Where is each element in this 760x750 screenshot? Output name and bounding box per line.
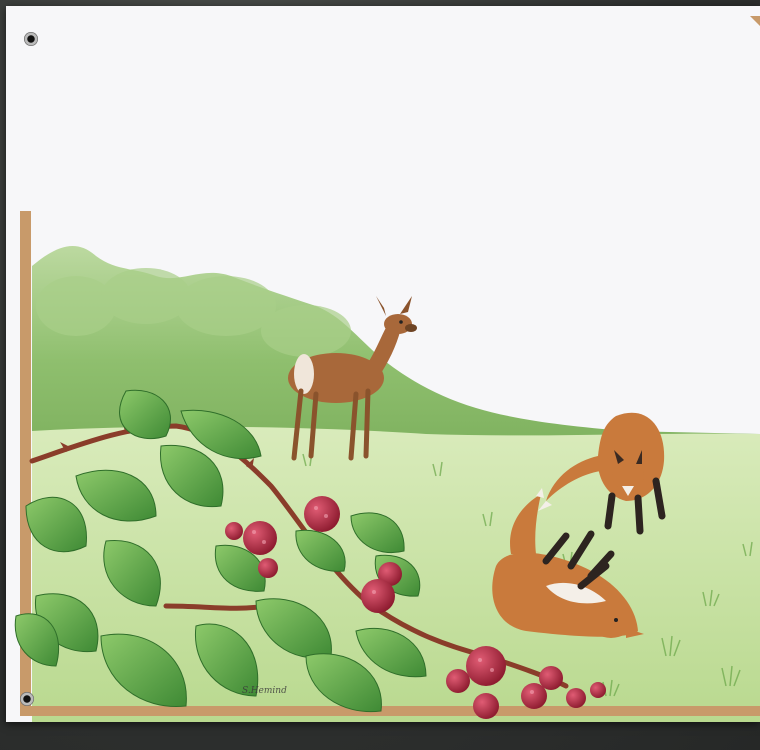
grommet-icon xyxy=(20,692,34,706)
watercolor-scene xyxy=(6,6,760,722)
artist-signature: S.Hemind xyxy=(242,686,287,696)
bottom-border-rail xyxy=(20,706,760,716)
illustration-panel: S.Hemind xyxy=(6,6,760,722)
grommet-icon xyxy=(24,32,38,46)
